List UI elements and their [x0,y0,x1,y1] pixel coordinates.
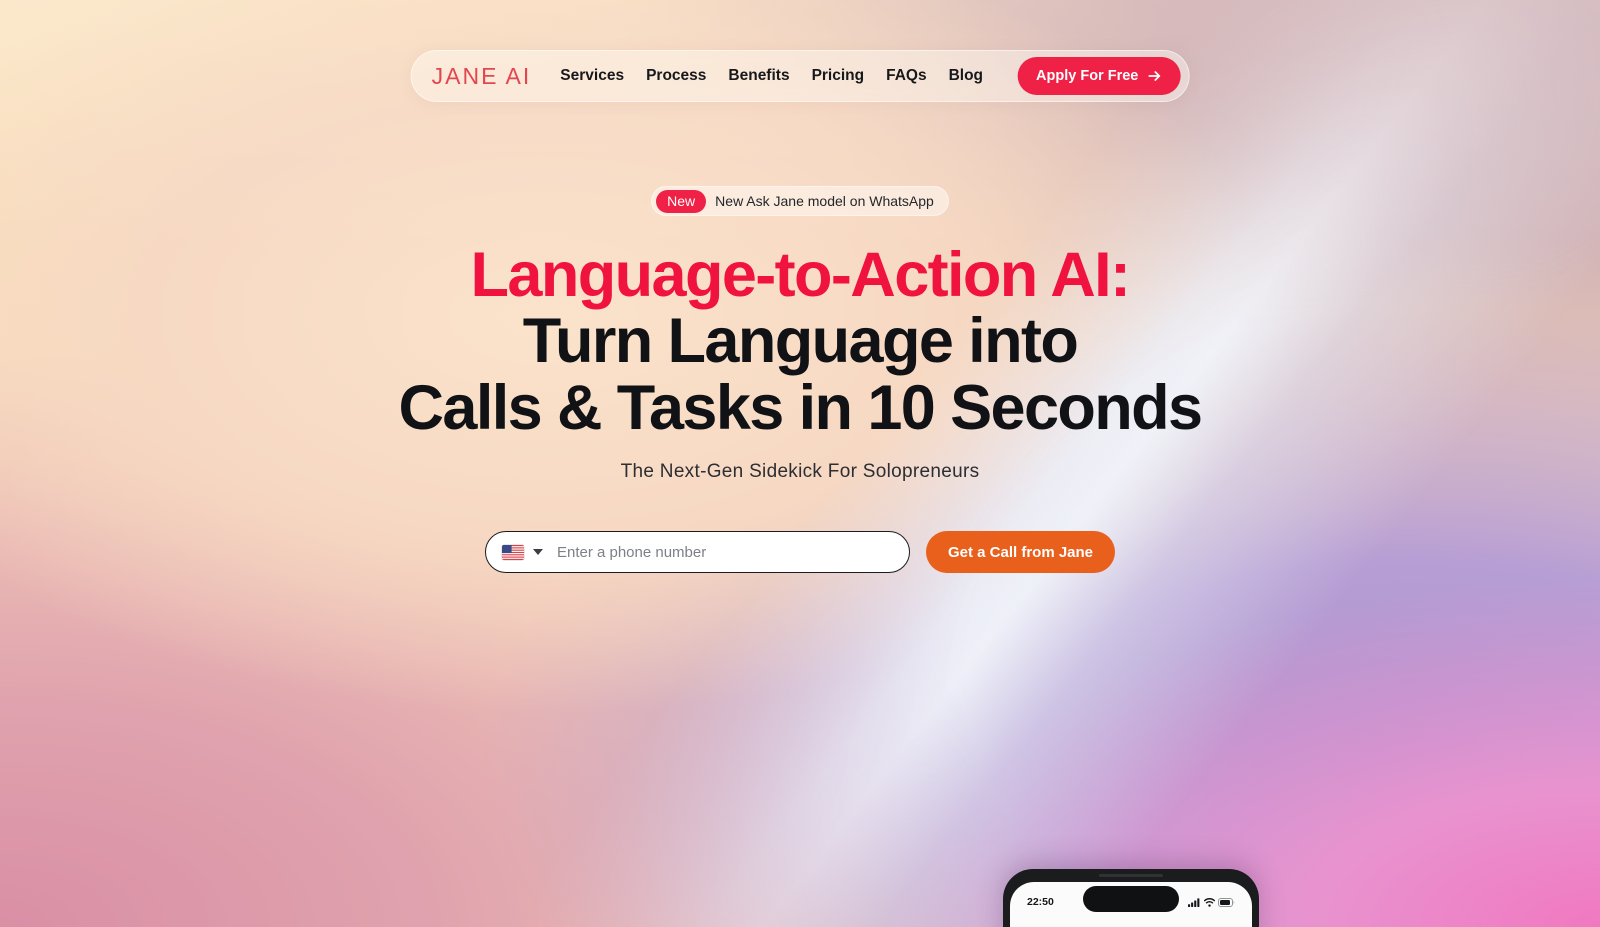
get-a-call-button[interactable]: Get a Call from Jane [925,531,1116,574]
nav-link-pricing[interactable]: Pricing [801,59,876,93]
hero-subtitle: The Next-Gen Sidekick For Solopreneurs [620,461,980,483]
nav-links: Services Process Benefits Pricing FAQs B… [549,59,994,93]
phone-number-input[interactable] [556,543,897,561]
nav-link-faqs[interactable]: FAQs [875,59,937,93]
phone-status-bar: 22:50 [1010,896,1252,908]
phone-speaker-slit [1099,874,1163,877]
signal-icon [1188,897,1200,907]
new-badge-pill: New [656,189,707,213]
nav-link-services[interactable]: Services [549,59,635,93]
headline-line-2: Turn Language into [522,306,1079,377]
phone-screen: 22:50 [1010,882,1252,927]
phone-mockup: 22:50 [1003,869,1259,927]
headline-line-3: Calls & Tasks in 10 Seconds [398,372,1204,443]
apply-for-free-label: Apply For Free [1036,68,1139,84]
status-bar-icons [1188,897,1235,907]
wifi-icon [1204,897,1215,907]
headline-line-1: Language-to-Action AI: [470,240,1131,310]
chevron-down-icon[interactable] [532,549,543,556]
arrow-right-icon [1148,71,1160,81]
nav-link-process[interactable]: Process [635,59,717,93]
nav-link-blog[interactable]: Blog [938,59,994,93]
phone-input-group [484,531,910,574]
status-bar-time: 22:50 [1027,896,1054,908]
landing-page: JANE AI Services Process Benefits Pricin… [0,0,1600,927]
main-navbar: JANE AI Services Process Benefits Pricin… [410,50,1190,102]
hero-section: New New Ask Jane model on WhatsApp Langu… [0,186,1600,574]
nav-link-benefits[interactable]: Benefits [717,59,800,93]
apply-for-free-button[interactable]: Apply For Free [1018,57,1181,95]
new-announcement-badge[interactable]: New New Ask Jane model on WhatsApp [651,186,949,216]
page-title: Language-to-Action AI: Turn Language int… [398,240,1204,443]
battery-icon [1218,897,1235,907]
us-flag-icon[interactable] [501,544,524,560]
phone-capture-form: Get a Call from Jane [484,531,1116,574]
new-badge-text: New Ask Jane model on WhatsApp [715,193,934,209]
brand-logo[interactable]: JANE AI [426,63,550,90]
